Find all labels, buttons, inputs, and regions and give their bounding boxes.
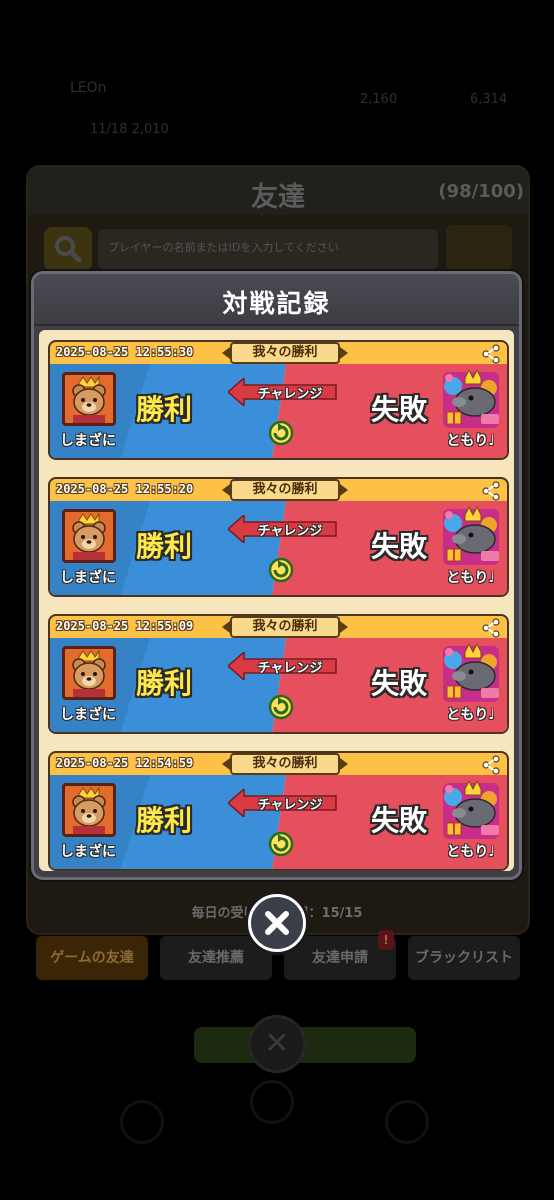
tab-game-friends: ゲームの友達 [36, 936, 148, 980]
record-body: しまざに 勝利 チャレンジ 失敗 ともり♩ [48, 775, 509, 871]
background-close-button: ✕ [248, 1015, 306, 1073]
tab-blacklist: ブラックリスト [408, 936, 520, 980]
pen-icon [446, 225, 512, 271]
friends-title-bar: 友達 (98/100) [28, 167, 528, 215]
opponent-avatar[interactable] [439, 642, 503, 706]
challenge-label: チャレンジ [257, 387, 323, 402]
record-card[interactable]: 2025-08-25 12:55:20 我々の勝利 しまざに 勝利 チャレンジ … [48, 477, 509, 605]
search-input: プレイヤーの名前またはIDを入力してください [98, 229, 438, 269]
lose-label: 失敗 [370, 667, 427, 700]
record-time: 2025-08-25 12:54:59 [56, 756, 194, 770]
lose-label: 失敗 [370, 804, 427, 837]
tab-requests-label: 友達申請 [312, 950, 368, 966]
challenge-arrow: チャレンジ [228, 789, 338, 817]
bear-avatar-icon [65, 512, 113, 560]
tab-requests: 友達申請 ! [284, 930, 396, 980]
challenge-label: チャレンジ [257, 524, 323, 539]
challenge-arrow: チャレンジ [228, 378, 338, 406]
player-avatar[interactable] [62, 509, 116, 563]
lose-label: 失敗 [370, 530, 427, 563]
win-label: 勝利 [136, 393, 193, 426]
player-avatar[interactable] [62, 646, 116, 700]
nav-icon [250, 1080, 294, 1124]
modal-header: 対戦記録 [34, 274, 519, 326]
player-name: しまざに [60, 433, 116, 449]
nav-icon [385, 1100, 429, 1144]
record-result-tag: 我々の勝利 [222, 753, 348, 775]
friends-count: (98/100) [438, 181, 524, 202]
opponent-character-icon [443, 779, 499, 839]
record-body: しまざに 勝利 チャレンジ 失敗 ともり♩ [48, 364, 509, 460]
opponent-character-icon [443, 505, 499, 565]
player-avatar[interactable] [62, 783, 116, 837]
record-time: 2025-08-25 12:55:09 [56, 619, 194, 633]
search-button [44, 227, 92, 271]
footer-nav [0, 1080, 554, 1170]
opponent-name: ともり♩ [446, 433, 495, 449]
currency-a-text: 2,160 [360, 92, 398, 107]
record-list[interactable]: 2025-08-25 12:55:30 我々の勝利 しまざに 勝利 チャレンジ … [39, 330, 514, 871]
win-label: 勝利 [136, 667, 193, 700]
currency-b-text: 6,314 [470, 92, 508, 107]
win-label: 勝利 [136, 530, 193, 563]
share-icon[interactable] [481, 618, 501, 638]
record-result-tag: 我々の勝利 [222, 479, 348, 501]
replay-icon[interactable] [268, 557, 294, 583]
opponent-name: ともり♩ [446, 570, 495, 586]
close-icon [265, 911, 289, 935]
opponent-avatar[interactable] [439, 368, 503, 432]
replay-icon[interactable] [268, 831, 294, 857]
player-info-text: 11/18 2,010 [90, 122, 169, 137]
opponent-avatar[interactable] [439, 505, 503, 569]
record-result-tag: 我々の勝利 [222, 616, 348, 638]
challenge-label: チャレンジ [257, 661, 323, 676]
opponent-character-icon [443, 642, 499, 702]
record-result-tag: 我々の勝利 [222, 342, 348, 364]
opponent-name: ともり♩ [446, 844, 495, 860]
lose-label: 失敗 [370, 393, 427, 426]
bear-avatar-icon [65, 375, 113, 423]
battle-record-modal: 対戦記録 2025-08-25 12:55:30 我々の勝利 しまざに 勝利 チ… [31, 271, 522, 880]
nav-icon [120, 1100, 164, 1144]
notification-badge: ! [378, 930, 394, 950]
record-card[interactable]: 2025-08-25 12:54:59 我々の勝利 しまざに 勝利 チャレンジ … [48, 751, 509, 871]
replay-icon[interactable] [268, 694, 294, 720]
player-avatar[interactable] [62, 372, 116, 426]
bear-avatar-icon [65, 786, 113, 834]
record-body: しまざに 勝利 チャレンジ 失敗 ともり♩ [48, 638, 509, 734]
share-icon[interactable] [481, 755, 501, 775]
record-time: 2025-08-25 12:55:20 [56, 482, 194, 496]
record-header: 2025-08-25 12:55:20 我々の勝利 [48, 477, 509, 501]
record-time: 2025-08-25 12:55:30 [56, 345, 194, 359]
record-card[interactable]: 2025-08-25 12:55:09 我々の勝利 しまざに 勝利 チャレンジ … [48, 614, 509, 742]
record-header: 2025-08-25 12:55:30 我々の勝利 [48, 340, 509, 364]
modal-title: 対戦記録 [222, 289, 331, 318]
bear-avatar-icon [65, 649, 113, 697]
player-name: しまざに [60, 570, 116, 586]
record-header: 2025-08-25 12:55:09 我々の勝利 [48, 614, 509, 638]
opponent-name: ともり♩ [446, 707, 495, 723]
share-icon[interactable] [481, 344, 501, 364]
search-icon [55, 236, 82, 263]
close-icon: ✕ [264, 1026, 290, 1061]
close-button[interactable] [248, 894, 306, 952]
challenge-arrow: チャレンジ [228, 652, 338, 680]
player-name: しまざに [60, 844, 116, 860]
challenge-arrow: チャレンジ [228, 515, 338, 543]
record-body: しまざに 勝利 チャレンジ 失敗 ともり♩ [48, 501, 509, 597]
record-card[interactable]: 2025-08-25 12:55:30 我々の勝利 しまざに 勝利 チャレンジ … [48, 340, 509, 468]
player-name-text: LEOn [70, 80, 107, 96]
top-stats-bar: LEOn 2,160 6,314 11/18 2,010 [0, 80, 554, 150]
opponent-avatar[interactable] [439, 779, 503, 843]
player-name: しまざに [60, 707, 116, 723]
opponent-character-icon [443, 368, 499, 428]
win-label: 勝利 [136, 804, 193, 837]
record-header: 2025-08-25 12:54:59 我々の勝利 [48, 751, 509, 775]
share-icon[interactable] [481, 481, 501, 501]
challenge-label: チャレンジ [257, 798, 323, 813]
replay-icon[interactable] [268, 420, 294, 446]
